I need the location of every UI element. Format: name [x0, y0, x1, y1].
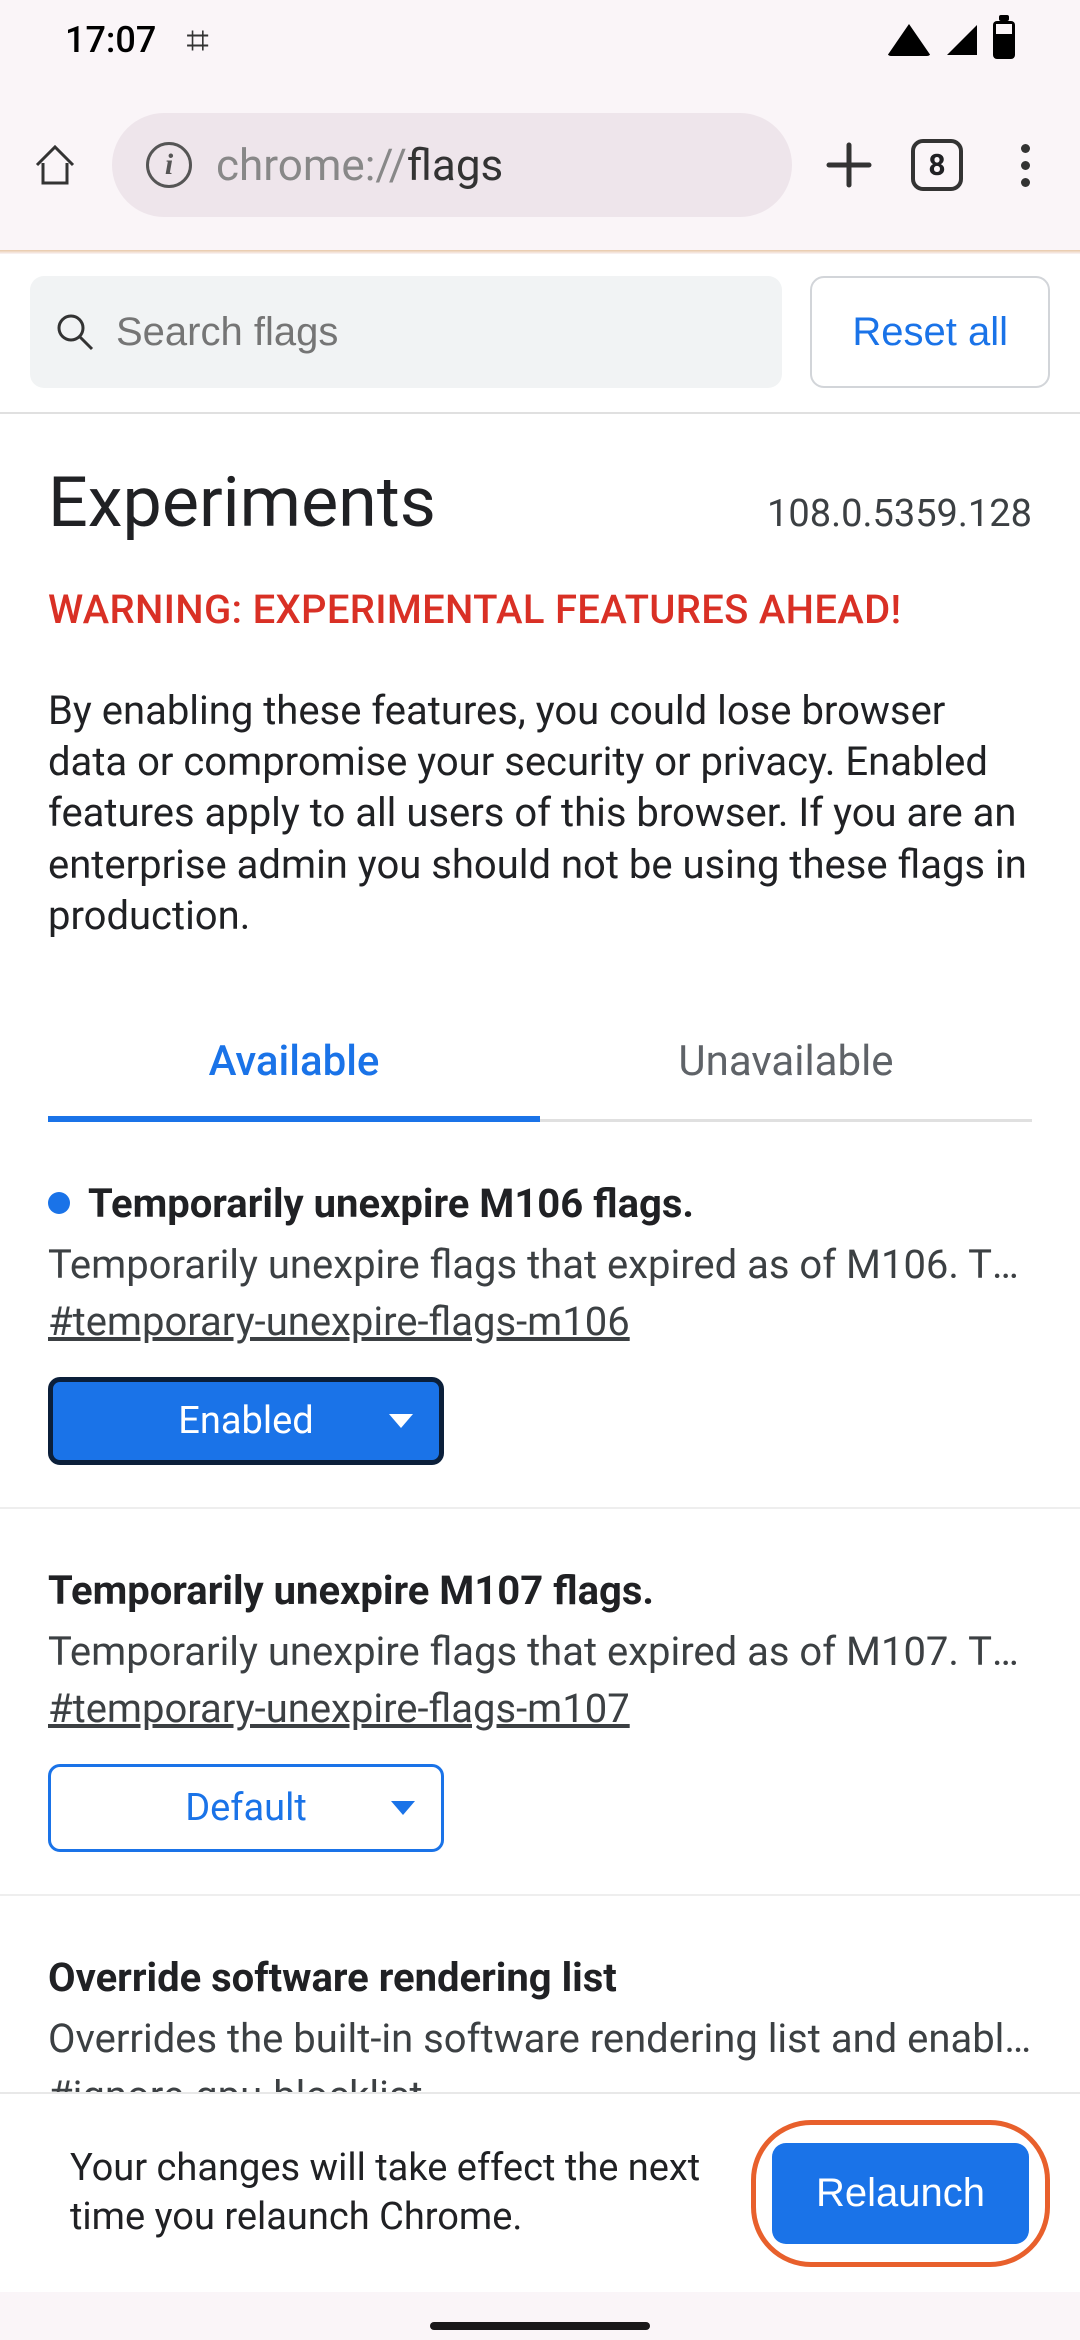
gesture-nav-handle[interactable] — [430, 2322, 650, 2330]
search-icon — [54, 311, 96, 353]
wifi-icon — [887, 24, 931, 56]
flags-tabs: Available Unavailable — [48, 1011, 1032, 1122]
clock: 17:07 — [65, 19, 156, 61]
chevron-down-icon — [391, 1801, 415, 1815]
flag-title: Override software rendering list — [48, 1954, 617, 2001]
site-info-icon[interactable]: i — [146, 142, 192, 188]
modified-indicator-icon — [48, 1192, 70, 1214]
url-bar[interactable]: i chrome://flags — [112, 113, 792, 217]
tab-switcher-button[interactable]: 8 — [906, 134, 968, 196]
flag-anchor-link[interactable]: #temporary-unexpire-flags-m106 — [48, 1298, 630, 1345]
chevron-down-icon — [389, 1414, 413, 1428]
flag-title: Temporarily unexpire M107 flags. — [48, 1567, 654, 1614]
url-text: chrome://flags — [216, 139, 503, 191]
battery-icon — [993, 21, 1015, 59]
tab-available[interactable]: Available — [48, 1011, 540, 1122]
flag-description: Temporarily unexpire flags that expired … — [48, 1628, 1032, 1675]
warning-heading: WARNING: EXPERIMENTAL FEATURES AHEAD! — [0, 544, 1080, 633]
flag-state-value: Enabled — [178, 1399, 313, 1443]
page-content: Reset all Experiments 108.0.5359.128 WAR… — [0, 254, 1080, 2292]
reset-all-button[interactable]: Reset all — [810, 276, 1050, 388]
search-input[interactable] — [116, 310, 758, 355]
highlight-annotation: Relaunch — [751, 2120, 1050, 2267]
browser-toolbar: i chrome://flags 8 — [0, 80, 1080, 250]
warning-body: By enabling these features, you could lo… — [0, 633, 1080, 941]
status-icons — [887, 21, 1015, 59]
flag-state-select[interactable]: Enabled — [48, 1377, 444, 1465]
flag-anchor-link[interactable]: #temporary-unexpire-flags-m107 — [48, 1685, 630, 1732]
flag-description: Overrides the built-in software renderin… — [48, 2015, 1032, 2062]
more-vert-icon — [1020, 144, 1030, 187]
home-icon — [29, 139, 81, 191]
relaunch-button[interactable]: Relaunch — [772, 2143, 1029, 2244]
plus-icon — [823, 139, 875, 191]
flag-item: Temporarily unexpire M106 flags. Tempora… — [0, 1122, 1080, 1509]
flag-title: Temporarily unexpire M106 flags. — [88, 1180, 694, 1227]
cell-signal-icon — [947, 25, 977, 55]
home-button[interactable] — [24, 134, 86, 196]
flag-item: Temporarily unexpire M107 flags. Tempora… — [0, 1509, 1080, 1896]
relaunch-bar: Your changes will take effect the next t… — [0, 2092, 1080, 2292]
new-tab-button[interactable] — [818, 134, 880, 196]
tab-count-icon: 8 — [911, 139, 963, 191]
flag-state-select[interactable]: Default — [48, 1764, 444, 1852]
page-title: Experiments — [48, 462, 436, 544]
slack-notification-icon: ⌗ — [186, 17, 209, 64]
status-bar: 17:07 ⌗ — [0, 0, 1080, 80]
flag-state-value: Default — [185, 1786, 307, 1830]
flag-description: Temporarily unexpire flags that expired … — [48, 1241, 1032, 1288]
relaunch-message: Your changes will take effect the next t… — [70, 2144, 731, 2243]
overflow-menu-button[interactable] — [994, 134, 1056, 196]
tab-unavailable[interactable]: Unavailable — [540, 1011, 1032, 1119]
chrome-version: 108.0.5359.128 — [767, 492, 1032, 536]
search-flags-field[interactable] — [30, 276, 782, 388]
